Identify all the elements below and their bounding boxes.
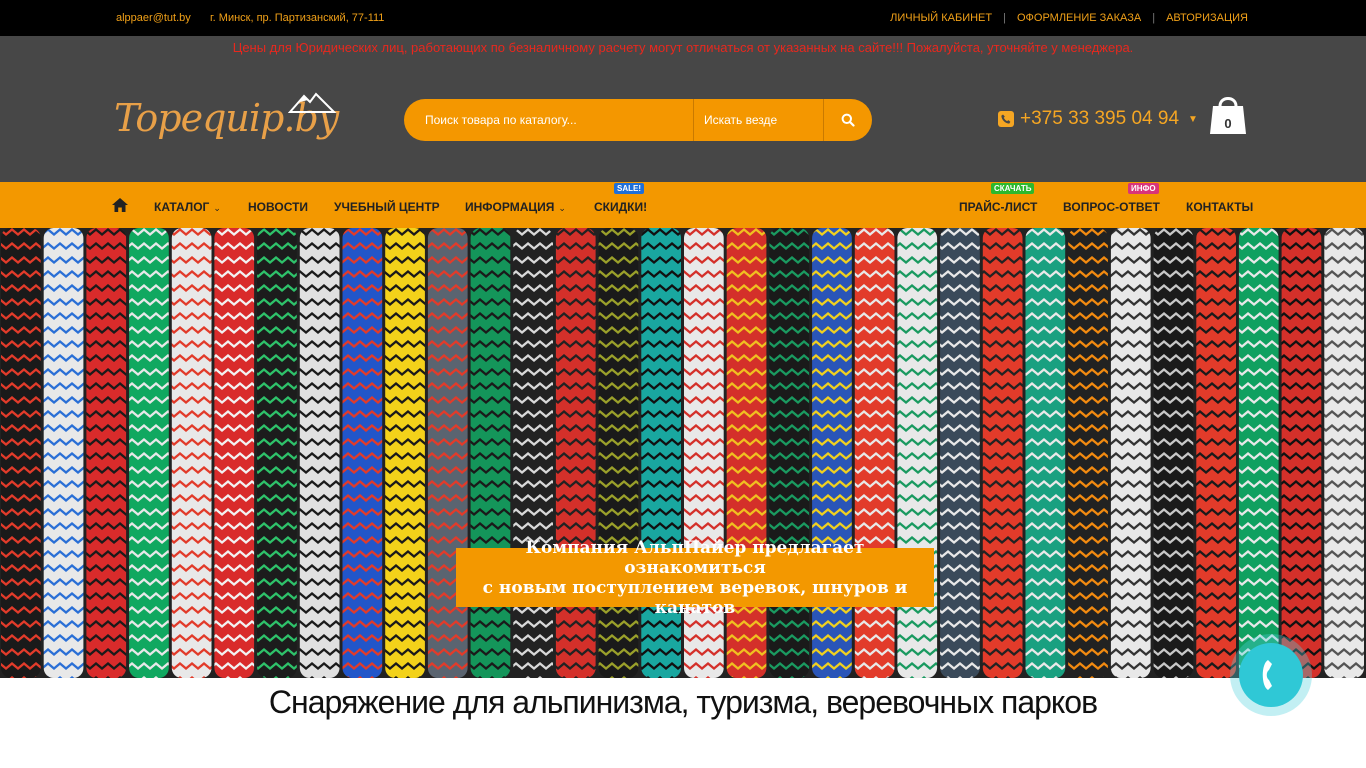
rope-strand	[171, 228, 212, 678]
page-slogan: Снаряжение для альпинизма, туризма, вере…	[268, 684, 1098, 720]
link-personal-account[interactable]: ЛИЧНЫЙ КАБИНЕТ	[890, 12, 992, 24]
rope-strand	[299, 228, 340, 678]
rope-strand	[1281, 228, 1322, 678]
rope-strand	[1110, 228, 1151, 678]
rope-strand	[1324, 228, 1364, 678]
cart-button[interactable]: 0	[1209, 94, 1247, 136]
nav-news[interactable]: НОВОСТИ	[248, 200, 308, 214]
nav-faq[interactable]: ВОПРОС-ОТВЕТ	[1063, 200, 1160, 214]
callback-button-inner	[1239, 643, 1303, 707]
info-badge: ИНФО	[1128, 183, 1159, 194]
main-nav: КАТАЛОГ ⌄ НОВОСТИ УЧЕБНЫЙ ЦЕНТР ИНФОРМАЦИ…	[0, 182, 1366, 228]
nav-catalog[interactable]: КАТАЛОГ ⌄	[154, 200, 221, 214]
phone-number[interactable]: +375 33 395 04 94 ▼	[998, 108, 1198, 130]
rope-strand	[342, 228, 383, 678]
home-icon	[112, 198, 128, 212]
phone-text: +375 33 395 04 94	[1020, 108, 1180, 129]
nav-training-center[interactable]: УЧЕБНЫЙ ЦЕНТР	[334, 200, 440, 214]
search-scope-select[interactable]: Искать везде	[694, 99, 824, 141]
rope-strand	[257, 228, 297, 678]
banner-caption[interactable]: Компания АльпПайер предлагает ознакомить…	[456, 538, 934, 618]
search-button[interactable]	[824, 99, 872, 141]
download-badge: СКАЧАТЬ	[991, 183, 1035, 194]
phone-icon	[998, 111, 1014, 127]
nav-home[interactable]	[112, 198, 128, 217]
link-login[interactable]: АВТОРИЗАЦИЯ	[1166, 12, 1248, 24]
rope-strand	[1068, 228, 1108, 678]
divider: |	[1003, 12, 1006, 24]
link-checkout[interactable]: ОФОРМЛЕНИЕ ЗАКАЗА	[1017, 12, 1141, 24]
chevron-down-icon: ⌄	[558, 203, 566, 213]
rope-strand	[214, 228, 255, 678]
site-logo[interactable]: Topequip.by	[112, 90, 340, 152]
rope-strand	[1196, 228, 1236, 678]
nav-information[interactable]: ИНФОРМАЦИЯ ⌄	[465, 200, 566, 214]
contact-address: г. Минск, пр. Партизанский, 77-111	[210, 12, 385, 24]
caption-line-2: с новым поступлением веревок, шнуров и к…	[482, 577, 908, 618]
account-links: ЛИЧНЫЙ КАБИНЕТ | ОФОРМЛЕНИЕ ЗАКАЗА | АВТ…	[890, 12, 1248, 24]
nav-contacts[interactable]: КОНТАКТЫ	[1186, 200, 1253, 214]
rope-strand	[1153, 228, 1194, 678]
phone-handset-icon	[1262, 660, 1272, 690]
price-notice: Цены для Юридических лиц, работающих по …	[232, 40, 1134, 55]
callback-button[interactable]	[1230, 634, 1312, 716]
search-icon	[841, 113, 855, 127]
search-input[interactable]: Поиск товара по каталогу...	[404, 99, 694, 141]
nav-discounts[interactable]: СКИДКИ!	[594, 200, 647, 214]
top-bar: alppaer@tut.by г. Минск, пр. Партизански…	[0, 0, 1366, 36]
rope-strand	[86, 228, 127, 678]
nav-catalog-label: КАТАЛОГ	[154, 200, 210, 214]
nav-information-label: ИНФОРМАЦИЯ	[465, 200, 555, 214]
mountain-logo-icon	[288, 92, 337, 113]
rope-strand	[129, 228, 169, 678]
rope-strand	[1238, 228, 1279, 678]
chevron-down-icon: ▼	[1188, 113, 1198, 125]
nav-price-list[interactable]: ПРАЙС-ЛИСТ	[959, 200, 1037, 214]
rope-strand	[385, 228, 425, 678]
chevron-down-icon: ⌄	[213, 203, 221, 213]
contact-email[interactable]: alppaer@tut.by	[116, 12, 191, 24]
rope-strand	[43, 228, 84, 678]
caption-line-1: Компания АльпПайер предлагает ознакомить…	[525, 537, 865, 578]
cart-count: 0	[1224, 116, 1232, 131]
rope-strand	[940, 228, 980, 678]
site-header: Цены для Юридических лиц, работающих по …	[0, 36, 1366, 182]
rope-strand	[982, 228, 1023, 678]
divider: |	[1152, 12, 1156, 24]
rope-strand	[1025, 228, 1066, 678]
sale-badge: SALE!	[614, 183, 644, 194]
search-bar: Поиск товара по каталогу... Искать везде	[404, 99, 872, 141]
rope-strand	[1, 228, 41, 678]
